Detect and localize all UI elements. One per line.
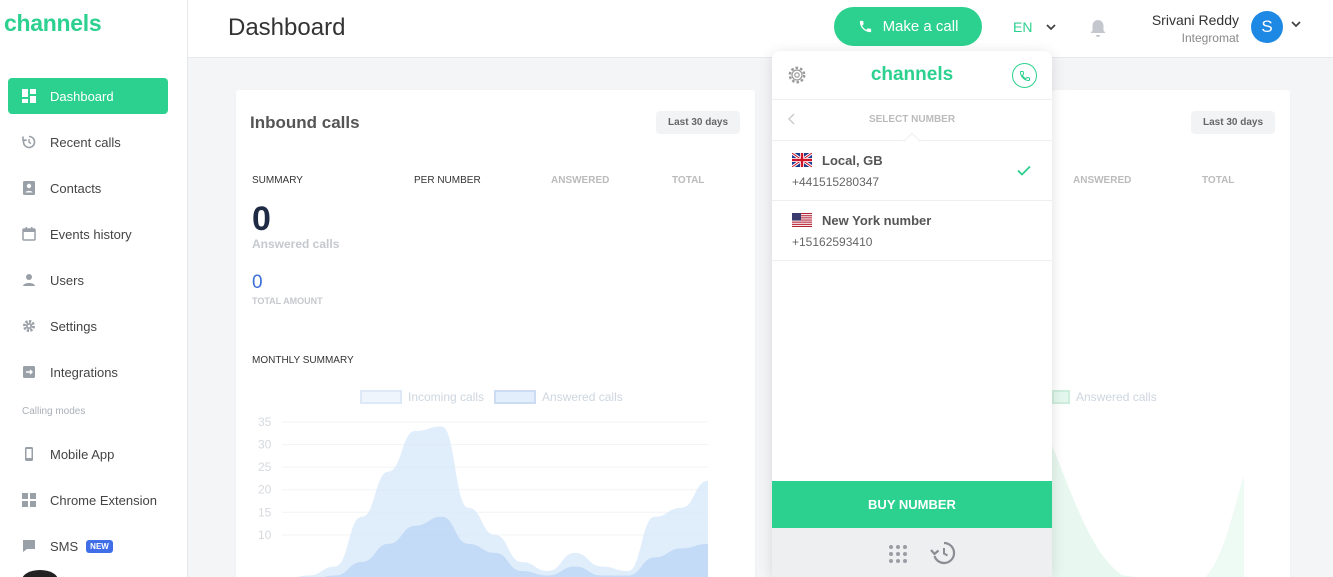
check-icon: [1017, 163, 1031, 181]
integrations-icon: [22, 365, 36, 379]
number-option-gb[interactable]: Local, GB +441515280347: [772, 141, 1052, 201]
column-summary: SUMMARY: [252, 175, 303, 186]
column-total: TOTAL: [1202, 175, 1235, 186]
legend-swatch-answered: [494, 390, 537, 404]
buy-number-button[interactable]: BUY NUMBER: [772, 481, 1052, 528]
sidebar-item-dashboard[interactable]: Dashboard: [8, 78, 168, 114]
sidebar-nav: Dashboard Recent calls Contacts Events h…: [8, 78, 168, 574]
y-tick-label: 10: [258, 528, 272, 542]
sidebar-item-label: Dashboard: [50, 88, 114, 104]
sidebar-item-label: Integrations: [50, 364, 118, 380]
dialpad-icon[interactable]: [887, 544, 909, 571]
legend-swatch-incoming: [360, 390, 402, 404]
answered-count: 0: [252, 200, 271, 238]
popup-footer: [772, 528, 1052, 577]
sidebar-item-mobile-app[interactable]: Mobile App: [8, 436, 168, 472]
legend-swatch-answered: [1052, 390, 1070, 404]
select-number-label: SELECT NUMBER: [868, 114, 956, 125]
sidebar-item-label: Recent calls: [50, 134, 121, 150]
user-organization: Integromat: [1181, 31, 1239, 45]
sidebar-item-label: Contacts: [50, 180, 102, 196]
phone-icon: [859, 20, 871, 33]
inbound-calls-card: Inbound calls Last 30 days SUMMARY PER N…: [236, 90, 755, 577]
phone-icon[interactable]: [1012, 63, 1037, 88]
app-logo[interactable]: channels: [4, 10, 102, 37]
new-badge: NEW: [86, 539, 113, 553]
number-phone: +15162593410: [792, 235, 873, 249]
language-selector[interactable]: EN: [1013, 19, 1057, 35]
sidebar-item-events-history[interactable]: Events history: [8, 216, 168, 252]
period-selector[interactable]: Last 30 days: [656, 111, 741, 134]
number-option-us[interactable]: New York number +15162593410: [772, 201, 1052, 261]
sidebar-item-label: Users: [50, 272, 84, 288]
number-name: New York number: [822, 213, 932, 228]
column-total: TOTAL: [672, 175, 705, 186]
sidebar-item-label: Chrome Extension: [50, 492, 157, 508]
sidebar-item-settings[interactable]: Settings: [8, 308, 168, 344]
bell-icon[interactable]: [1088, 18, 1108, 44]
gb-flag-icon: [792, 153, 812, 167]
column-answered: ANSWERED: [1073, 175, 1132, 186]
popup-header: channels: [772, 51, 1052, 100]
sidebar-item-contacts[interactable]: Contacts: [8, 170, 168, 206]
total-amount-value: 0: [252, 272, 263, 293]
user-name: Srivani Reddy: [1151, 12, 1239, 28]
sms-icon: [22, 539, 36, 553]
chart-legend: Incoming calls Answered calls: [360, 390, 623, 404]
calendar-icon: [22, 227, 36, 241]
page-title: Dashboard: [228, 14, 346, 41]
mobile-icon: [22, 447, 36, 461]
sidebar-item-recent-calls[interactable]: Recent calls: [8, 124, 168, 160]
monthly-summary-label: MONTHLY SUMMARY: [252, 355, 354, 366]
y-tick-label: 20: [258, 483, 272, 497]
total-amount-label: TOTAL AMOUNT: [252, 296, 323, 306]
language-value: EN: [1013, 19, 1033, 35]
y-tick-label: 15: [258, 505, 272, 519]
period-selector[interactable]: Last 30 days: [1191, 111, 1276, 134]
sidebar-item-label: Mobile App: [50, 446, 115, 462]
history-icon: [22, 135, 36, 149]
card-title: Inbound calls: [250, 113, 360, 132]
legend-label-incoming: Incoming calls: [408, 390, 485, 404]
y-tick-label: 25: [258, 460, 272, 474]
sidebar-item-label: Events history: [50, 226, 132, 242]
chevron-down-icon: [1046, 23, 1057, 30]
gear-icon: [22, 319, 36, 333]
chart-legend: Answered calls: [1052, 390, 1157, 404]
contacts-icon: [22, 181, 36, 195]
column-answered: ANSWERED: [551, 175, 610, 186]
sidebar-item-label: SMS: [50, 538, 79, 554]
sidebar-item-chrome-extension[interactable]: Chrome Extension: [8, 482, 168, 518]
avatar[interactable]: S: [1251, 11, 1283, 43]
second-stats-card: Last 30 days ANSWERED TOTAL Answered cal…: [1052, 90, 1290, 577]
monthly-summary-chart: 35 30 25 20 15 10: [258, 415, 708, 577]
dashboard-icon: [22, 89, 36, 103]
us-flag-icon: [792, 213, 812, 227]
column-per-number: PER NUMBER: [414, 175, 481, 186]
legend-label-answered: Answered calls: [1076, 390, 1157, 404]
sidebar: channels Dashboard Recent calls Contacts…: [0, 0, 188, 577]
user-icon: [22, 273, 36, 287]
make-call-label: Make a call: [882, 18, 959, 35]
legend-label-answered: Answered calls: [542, 390, 623, 404]
popup-logo: channels: [870, 64, 954, 85]
puzzle-icon: [22, 493, 36, 507]
second-chart: [1052, 445, 1244, 577]
answered-label: Answered calls: [252, 237, 340, 251]
sidebar-item-users[interactable]: Users: [8, 262, 168, 298]
make-call-button[interactable]: Make a call: [834, 7, 982, 46]
sidebar-item-label: Settings: [50, 318, 97, 334]
chevron-down-icon[interactable]: [1291, 21, 1301, 28]
sidebar-item-sms[interactable]: SMS NEW: [8, 528, 168, 564]
y-tick-label: 30: [258, 438, 272, 452]
number-phone: +441515280347: [792, 175, 880, 189]
top-header: Dashboard Make a call EN Srivani Reddy I…: [188, 0, 1333, 58]
number-name: Local, GB: [822, 153, 883, 168]
calling-modes-section-label: Calling modes: [22, 406, 86, 417]
history-icon[interactable]: [930, 541, 956, 570]
sidebar-item-integrations[interactable]: Integrations: [8, 354, 168, 390]
y-tick-label: 35: [258, 415, 272, 429]
dialer-popup: channels SELECT NUMBER Local, GB +441515…: [772, 51, 1052, 577]
